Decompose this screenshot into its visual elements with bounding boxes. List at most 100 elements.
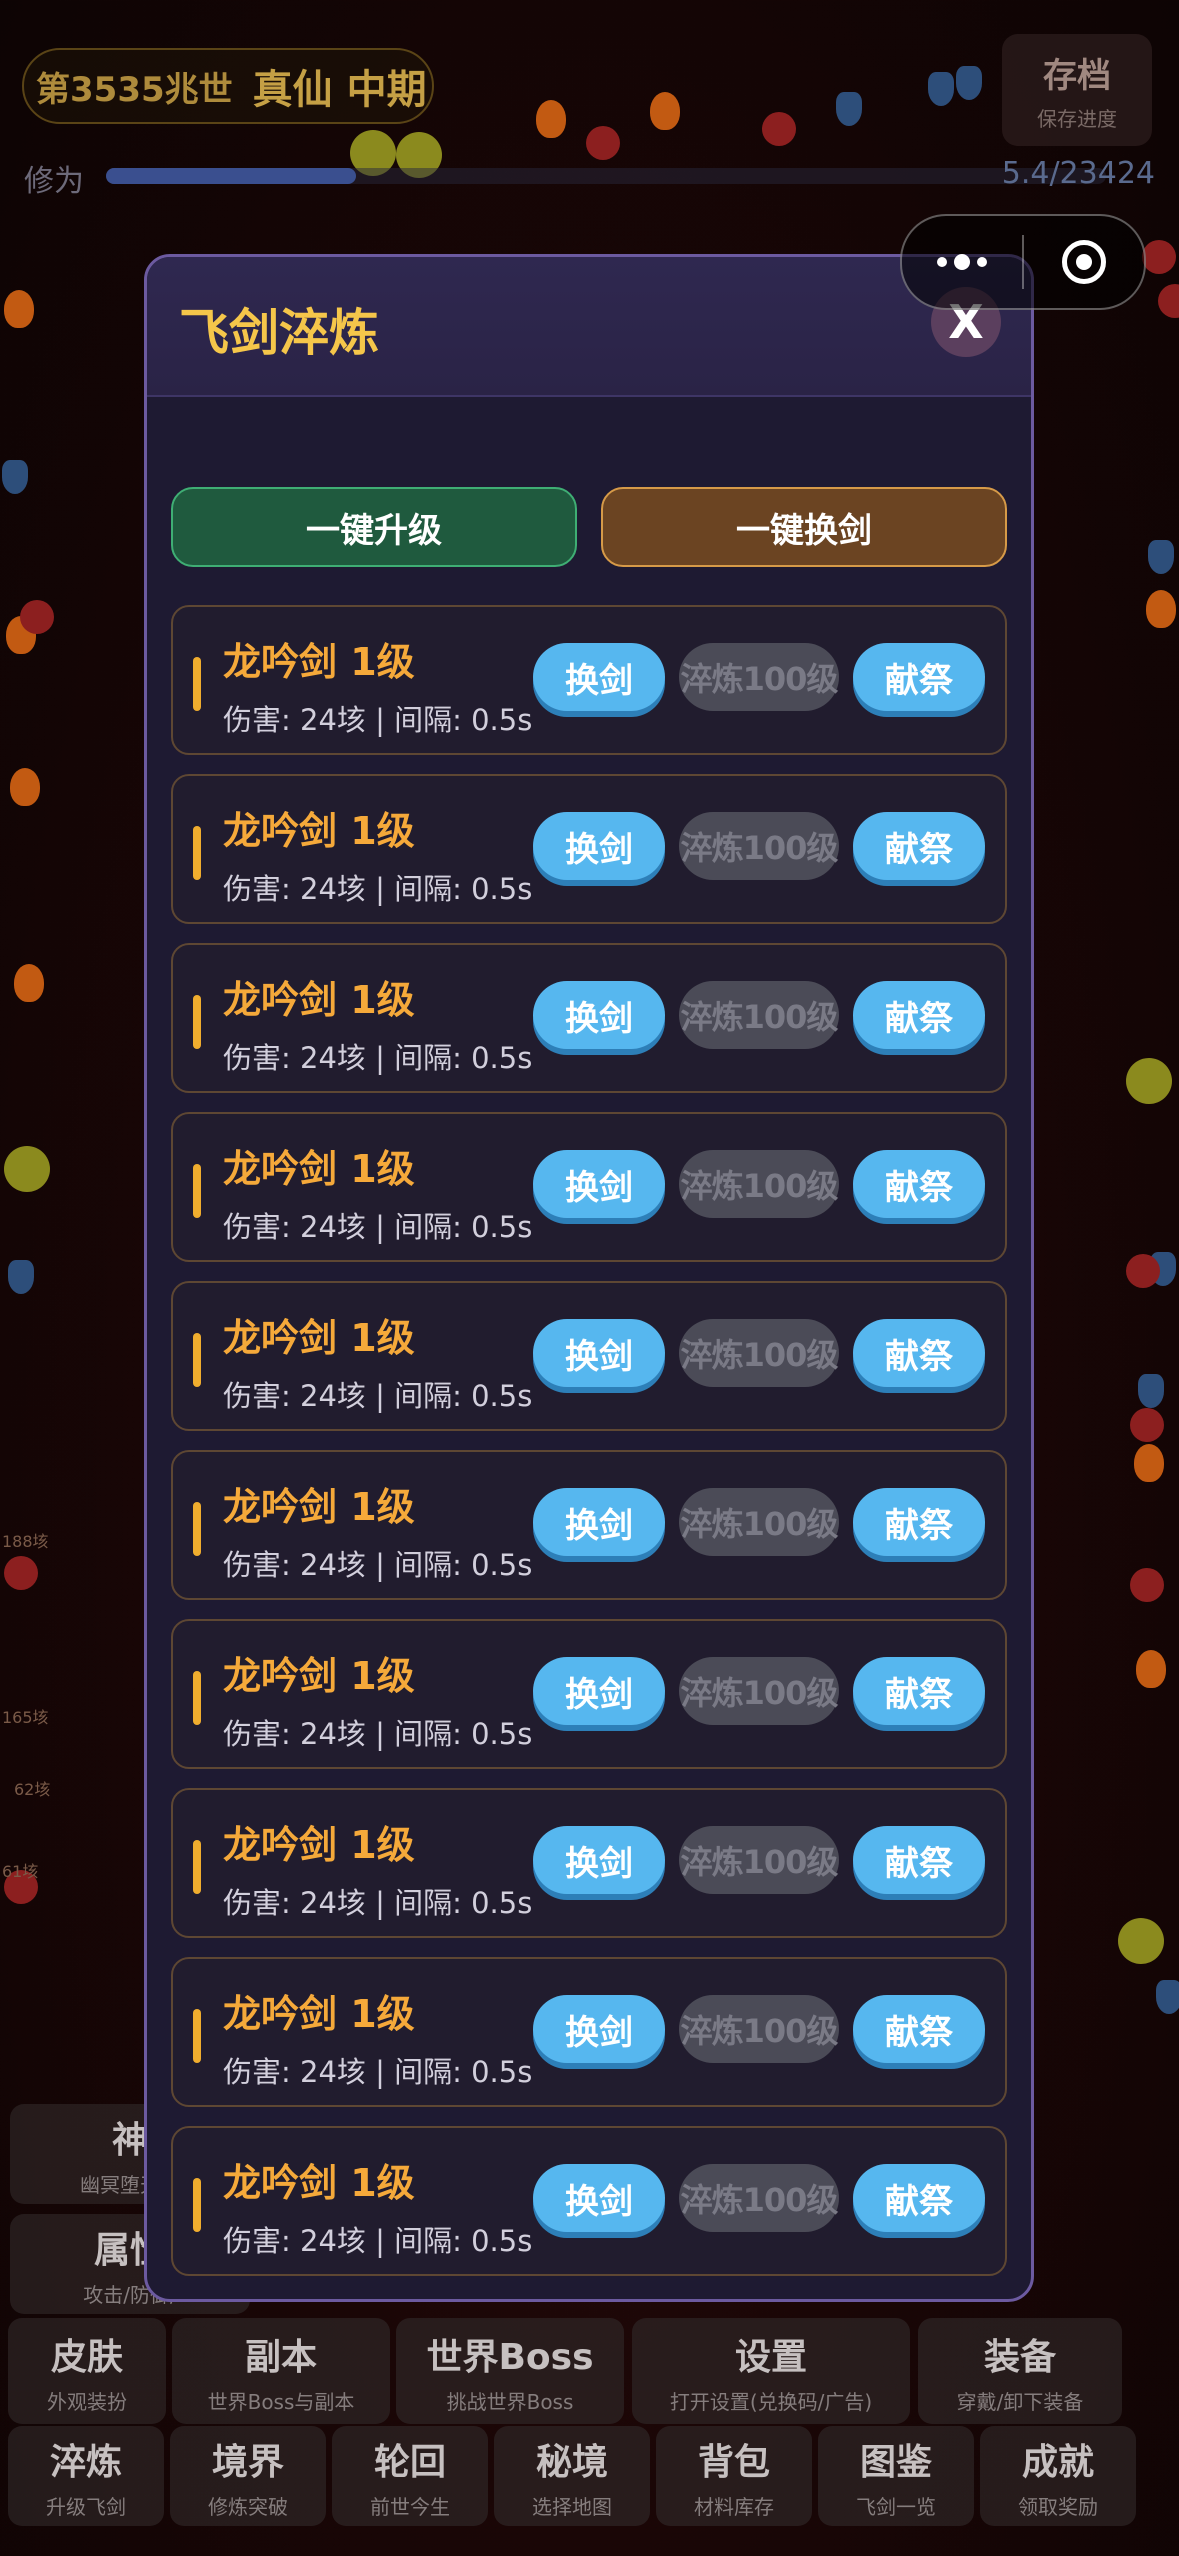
era-label: 第3535兆世	[36, 69, 233, 110]
sacrifice-button[interactable]: 献祭	[853, 1319, 985, 1387]
menu-tile-achievements[interactable]: 成就 领取奖励	[980, 2426, 1136, 2526]
enemy-sprite	[1130, 1568, 1164, 1602]
swap-sword-button[interactable]: 换剑	[533, 1150, 665, 1218]
temper-button: 淬炼100级	[679, 1826, 839, 1894]
enemy-sprite	[586, 126, 620, 160]
sword-name: 龙吟剑 1级	[223, 640, 415, 684]
temper-button: 淬炼100级	[679, 1488, 839, 1556]
sacrifice-button[interactable]: 献祭	[853, 1995, 985, 2063]
menu-tile-backpack[interactable]: 背包 材料库存	[656, 2426, 812, 2526]
swap-sword-button[interactable]: 换剑	[533, 1488, 665, 1556]
enemy-sprite	[20, 600, 54, 634]
sacrifice-button[interactable]: 献祭	[853, 1150, 985, 1218]
menu-tile-world-boss[interactable]: 世界Boss 挑战世界Boss	[396, 2318, 624, 2424]
enemy-sprite	[836, 92, 862, 126]
sacrifice-button[interactable]: 献祭	[853, 1488, 985, 1556]
save-button[interactable]: 存档 保存进度	[1002, 34, 1152, 146]
xiuwei-label: 修为	[24, 164, 84, 199]
enemy-sprite	[1142, 240, 1176, 274]
menu-tile-secret-realm[interactable]: 秘境 选择地图	[494, 2426, 650, 2526]
menu-tile-title: 淬炼	[49, 2441, 122, 2483]
swap-all-button[interactable]: 一键换剑	[601, 487, 1007, 567]
menu-tile-reincarnation[interactable]: 轮回 前世今生	[332, 2426, 488, 2526]
menu-tile-skin[interactable]: 皮肤 外观装扮	[8, 2318, 166, 2424]
temper-button: 淬炼100级	[679, 1150, 839, 1218]
swap-sword-button[interactable]: 换剑	[533, 1319, 665, 1387]
menu-tile-subtitle: 穿戴/卸下装备	[956, 2389, 1084, 2414]
menu-tile-title: 世界Boss	[426, 2336, 594, 2378]
menu-tile-title: 神	[111, 2119, 148, 2161]
sword-row: 龙吟剑 1级 伤害: 24垓 | 间隔: 0.5s 换剑 淬炼100级 献祭	[171, 943, 1007, 1093]
swap-sword-button[interactable]: 换剑	[533, 812, 665, 880]
swap-sword-button[interactable]: 换剑	[533, 1995, 665, 2063]
enemy-sprite	[762, 112, 796, 146]
menu-tile-subtitle: 前世今生	[370, 2494, 450, 2519]
upgrade-all-button[interactable]: 一键升级	[171, 487, 577, 567]
swap-sword-button[interactable]: 换剑	[533, 981, 665, 1049]
menu-tile-subtitle: 挑战世界Boss	[446, 2389, 574, 2414]
sword-stats: 伤害: 24垓 | 间隔: 0.5s	[223, 2224, 533, 2258]
rarity-accent-bar	[193, 1502, 201, 1556]
target-icon[interactable]	[1024, 240, 1144, 284]
menu-tile-equipment[interactable]: 装备 穿戴/卸下装备	[918, 2318, 1122, 2424]
enemy-sprite	[4, 290, 34, 328]
enemy-sprite	[1156, 1980, 1179, 2014]
menu-tile-subtitle: 材料库存	[694, 2494, 774, 2519]
enemy-sprite	[1134, 1444, 1164, 1482]
enemy-sprite	[1130, 1408, 1164, 1442]
save-button-subtitle: 保存进度	[1037, 107, 1117, 131]
menu-tile-title: 秘境	[535, 2441, 608, 2483]
swap-sword-button[interactable]: 换剑	[533, 1826, 665, 1894]
modal-header: 飞剑淬炼 X	[147, 257, 1031, 397]
rarity-accent-bar	[193, 1164, 201, 1218]
enemy-sprite	[956, 66, 982, 100]
temper-button: 淬炼100级	[679, 812, 839, 880]
sword-row: 龙吟剑 1级 伤害: 24垓 | 间隔: 0.5s 换剑 淬炼100级 献祭	[171, 1450, 1007, 1600]
sacrifice-button[interactable]: 献祭	[853, 1826, 985, 1894]
menu-tile-title: 图鉴	[859, 2441, 932, 2483]
sword-name: 龙吟剑 1级	[223, 1147, 415, 1191]
sword-row: 龙吟剑 1级 伤害: 24垓 | 间隔: 0.5s 换剑 淬炼100级 献祭	[171, 2126, 1007, 2276]
sword-row: 龙吟剑 1级 伤害: 24垓 | 间隔: 0.5s 换剑 淬炼100级 献祭	[171, 1619, 1007, 1769]
temper-button: 淬炼100级	[679, 1657, 839, 1725]
sword-list: 龙吟剑 1级 伤害: 24垓 | 间隔: 0.5s 换剑 淬炼100级 献祭 龙吟剑 1级…	[171, 605, 1007, 2295]
menu-tile-dungeon[interactable]: 副本 世界Boss与副本	[172, 2318, 390, 2424]
sword-name: 龙吟剑 1级	[223, 809, 415, 853]
temper-button: 淬炼100级	[679, 643, 839, 711]
sword-row: 龙吟剑 1级 伤害: 24垓 | 间隔: 0.5s 换剑 淬炼100级 献祭	[171, 1788, 1007, 1938]
sacrifice-button[interactable]: 献祭	[853, 2164, 985, 2232]
damage-number: 188垓	[2, 1532, 49, 1551]
menu-tile-title: 背包	[697, 2441, 770, 2483]
damage-number: 61垓	[2, 1862, 39, 1881]
menu-tile-title: 设置	[734, 2336, 807, 2378]
boss-sprite	[4, 1146, 50, 1192]
menu-tile-temper[interactable]: 淬炼 升级飞剑	[8, 2426, 164, 2526]
rarity-accent-bar	[193, 1840, 201, 1894]
temper-button: 淬炼100级	[679, 2164, 839, 2232]
sword-row: 龙吟剑 1级 伤害: 24垓 | 间隔: 0.5s 换剑 淬炼100级 献祭	[171, 605, 1007, 755]
menu-tile-title: 副本	[244, 2336, 317, 2378]
sacrifice-button[interactable]: 献祭	[853, 643, 985, 711]
menu-tile-settings[interactable]: 设置 打开设置(兑换码/广告)	[632, 2318, 910, 2424]
enemy-sprite	[536, 100, 566, 138]
sacrifice-button[interactable]: 献祭	[853, 812, 985, 880]
sacrifice-button[interactable]: 献祭	[853, 981, 985, 1049]
enemy-sprite	[1126, 1254, 1160, 1288]
swap-sword-button[interactable]: 换剑	[533, 643, 665, 711]
sword-stats: 伤害: 24垓 | 间隔: 0.5s	[223, 1210, 533, 1244]
menu-tile-realm[interactable]: 境界 修炼突破	[170, 2426, 326, 2526]
menu-tile-title: 皮肤	[50, 2336, 123, 2378]
sword-stats: 伤害: 24垓 | 间隔: 0.5s	[223, 872, 533, 906]
swap-sword-button[interactable]: 换剑	[533, 2164, 665, 2232]
temper-button: 淬炼100级	[679, 1995, 839, 2063]
sacrifice-button[interactable]: 献祭	[853, 1657, 985, 1725]
swap-sword-button[interactable]: 换剑	[533, 1657, 665, 1725]
damage-number: 62垓	[14, 1780, 51, 1799]
more-dots-icon[interactable]	[902, 254, 1022, 270]
menu-tile-subtitle: 世界Boss与副本	[207, 2389, 355, 2414]
enemy-sprite	[2, 460, 28, 494]
rarity-accent-bar	[193, 1671, 201, 1725]
sword-stats: 伤害: 24垓 | 间隔: 0.5s	[223, 1886, 533, 1920]
menu-tile-subtitle: 打开设置(兑换码/广告)	[669, 2389, 873, 2414]
menu-tile-codex[interactable]: 图鉴 飞剑一览	[818, 2426, 974, 2526]
